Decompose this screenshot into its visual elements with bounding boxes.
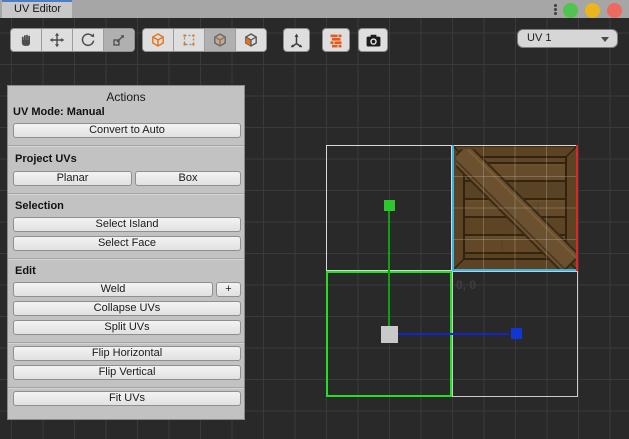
panel-title: Actions — [8, 90, 244, 104]
face-mode-button[interactable] — [235, 29, 266, 51]
texture-preview-button[interactable] — [322, 28, 350, 52]
crate-texture-image — [452, 145, 578, 271]
window-button-red[interactable] — [607, 3, 622, 18]
selection-label: Selection — [15, 200, 64, 212]
uv-channel-dropdown[interactable]: UV 1 — [517, 29, 618, 48]
select-face-button[interactable]: Select Face — [13, 236, 241, 251]
scale-icon — [111, 32, 127, 48]
titlebar: UV Editor — [0, 0, 629, 18]
rotate-icon — [80, 32, 96, 48]
hand-icon — [18, 32, 34, 48]
drag-select-mode-button[interactable] — [173, 29, 204, 51]
kebab-menu-icon[interactable] — [551, 3, 559, 16]
project-uv-button[interactable] — [283, 28, 310, 52]
camera-icon — [365, 32, 382, 49]
panel-divider — [8, 258, 244, 260]
uv-mode-label: UV Mode: Manual — [13, 106, 105, 118]
rotate-tool-button[interactable] — [72, 29, 103, 51]
panel-divider — [8, 342, 244, 344]
weld-settings-button[interactable]: + — [216, 282, 241, 297]
edit-label: Edit — [15, 265, 36, 277]
fit-uvs-button[interactable]: Fit UVs — [13, 391, 241, 406]
gizmo-y-axis — [388, 205, 390, 334]
move-icon — [49, 32, 65, 48]
cube-face-icon — [243, 32, 259, 48]
gizmo-x-handle[interactable] — [511, 328, 522, 339]
split-arrows-icon — [288, 32, 305, 49]
drag-rect-icon — [181, 32, 197, 48]
edge-mode-button[interactable] — [204, 29, 235, 51]
move-tool-button[interactable] — [41, 29, 72, 51]
transform-tool-group — [10, 28, 135, 52]
project-uvs-label: Project UVs — [15, 153, 77, 165]
cube-edge-icon — [212, 32, 228, 48]
box-button[interactable]: Box — [135, 171, 241, 186]
panel-divider — [8, 387, 244, 389]
panel-divider — [8, 145, 244, 147]
vertex-mode-button[interactable] — [143, 29, 173, 51]
chevron-down-icon — [601, 37, 609, 42]
window-button-yellow[interactable] — [585, 3, 600, 18]
screenshot-button[interactable] — [358, 28, 388, 52]
gizmo-y-handle[interactable] — [384, 200, 395, 211]
convert-to-auto-button[interactable]: Convert to Auto — [13, 123, 241, 138]
uv-channel-value: UV 1 — [527, 32, 551, 44]
window-button-green[interactable] — [563, 3, 578, 18]
uv-origin-label: 0, 0 — [456, 278, 476, 292]
actions-panel: Actions UV Mode: Manual Convert to Auto … — [7, 85, 245, 420]
uv-island-crate-texture[interactable] — [452, 145, 578, 271]
planar-button[interactable]: Planar — [13, 171, 132, 186]
selection-mode-group — [142, 28, 267, 52]
tab-label: UV Editor — [14, 3, 61, 15]
panel-divider — [8, 193, 244, 195]
flip-vertical-button[interactable]: Flip Vertical — [13, 365, 241, 380]
pan-tool-button[interactable] — [11, 29, 41, 51]
flip-horizontal-button[interactable]: Flip Horizontal — [13, 346, 241, 361]
select-island-button[interactable]: Select Island — [13, 217, 241, 232]
tab-uv-editor[interactable]: UV Editor — [2, 0, 72, 18]
scale-tool-button[interactable] — [103, 29, 134, 51]
gizmo-x-axis — [396, 333, 509, 335]
collapse-uvs-button[interactable]: Collapse UVs — [13, 301, 241, 316]
texture-bricks-icon — [328, 32, 344, 48]
gizmo-center-handle[interactable] — [381, 326, 398, 343]
weld-button[interactable]: Weld — [13, 282, 213, 297]
split-uvs-button[interactable]: Split UVs — [13, 320, 241, 335]
cube-wireframe-icon — [150, 32, 166, 48]
